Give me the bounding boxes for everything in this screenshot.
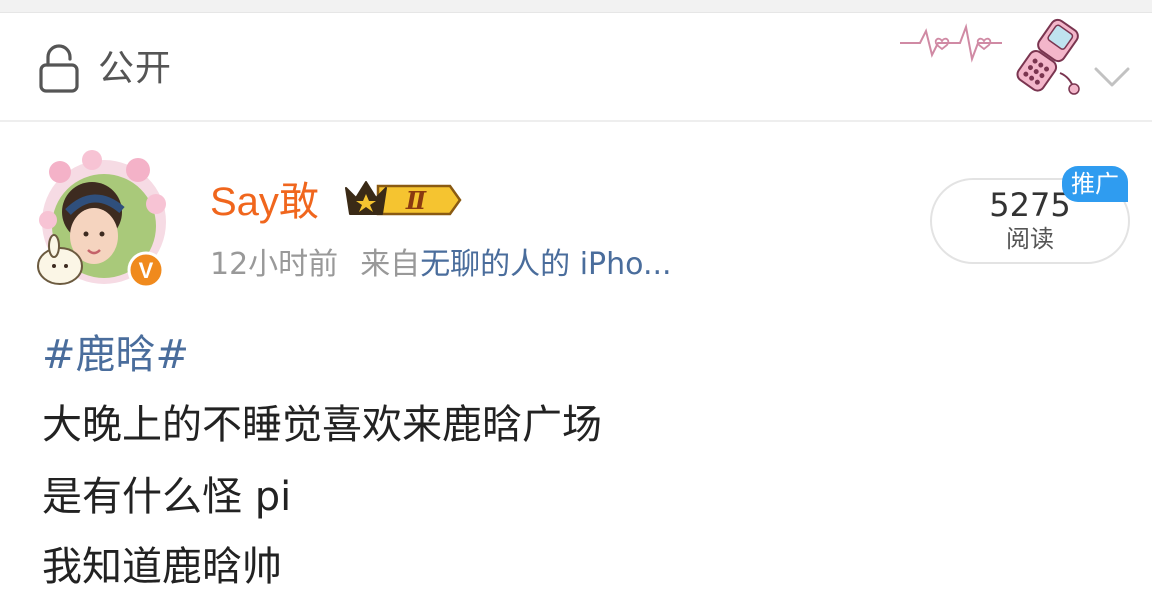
hashtag-link[interactable]: #鹿晗# bbox=[42, 330, 189, 380]
source-prefix: 来自 bbox=[360, 247, 421, 282]
chevron-down-icon[interactable] bbox=[1094, 65, 1130, 89]
promo-badge[interactable]: 推广 bbox=[1062, 166, 1128, 202]
weibo-post-screen: 公开 V Say敢 Ⅱ 12小时前 来自无聊的人的 iPho... 5275 阅… bbox=[0, 0, 1152, 595]
author-name[interactable]: Say敢 bbox=[210, 178, 319, 226]
read-label: 阅读 bbox=[1006, 225, 1054, 253]
post-text-line: 我知道鹿晗帅 bbox=[42, 544, 282, 590]
crown-rank-icon[interactable]: Ⅱ bbox=[342, 176, 464, 224]
lock-icon bbox=[39, 44, 79, 93]
verified-badge: V bbox=[139, 258, 154, 283]
avatar[interactable]: V bbox=[34, 150, 174, 296]
privacy-bar[interactable]: 公开 bbox=[0, 13, 1152, 122]
top-divider-strip bbox=[0, 0, 1152, 13]
post-text-line: 是有什么怪 pi bbox=[42, 474, 292, 520]
rank-level-label: Ⅱ bbox=[405, 186, 427, 215]
source-device-link[interactable]: 无聊的人的 iPho... bbox=[420, 247, 671, 282]
post-time: 12小时前 bbox=[210, 247, 339, 282]
privacy-label: 公开 bbox=[98, 48, 173, 89]
post-meta: 12小时前 来自无聊的人的 iPho... bbox=[210, 246, 672, 284]
post-card: V Say敢 Ⅱ 12小时前 来自无聊的人的 iPho... 5275 阅读 推广… bbox=[0, 122, 1152, 595]
post-text-line: 大晚上的不睡觉喜欢来鹿晗广场 bbox=[42, 402, 602, 448]
heartbeat-phone-sticker bbox=[900, 18, 1080, 95]
